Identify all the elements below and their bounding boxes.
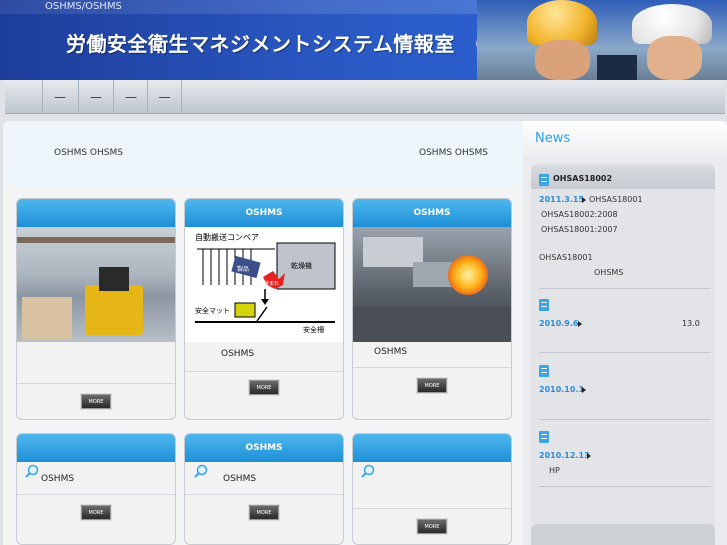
card-text: OSHMS: [221, 349, 255, 359]
news-date: 2010.12.13: [539, 451, 590, 460]
feature-card: MORE: [16, 198, 176, 420]
feature-card: OSHMS 自動搬送コンベア 製品 乾燥機 挟まれ 安全マット 安全柵 OSHM…: [184, 198, 344, 420]
label-product: 製品: [237, 265, 249, 273]
card-divider: [185, 371, 343, 372]
magnifier-icon: [25, 464, 39, 478]
news-text: OHSAS18002:2008: [541, 210, 618, 219]
card-divider: [17, 494, 175, 495]
label-fence: 安全柵: [303, 325, 324, 334]
news-date: 2010.10.1: [539, 385, 585, 394]
card-divider: [185, 494, 343, 495]
label-hazard: 挟まれ: [264, 280, 279, 287]
forklift: [85, 285, 143, 335]
forklift-cab: [99, 267, 129, 291]
sidebar-bottom-box: [531, 524, 715, 545]
feature-card: OSHMS MORE: [16, 433, 176, 545]
breadcrumb[interactable]: OSHMS/OSHMS: [45, 1, 122, 12]
card-text: OSHMS: [374, 347, 408, 357]
news-divider: [539, 419, 711, 420]
document-icon: [539, 365, 549, 377]
label-mat: 安全マット: [195, 306, 230, 315]
more-button[interactable]: MORE: [81, 394, 111, 409]
nav-item-4[interactable]: —: [147, 80, 182, 114]
document-icon: [539, 299, 549, 311]
card-header: OSHMS: [185, 199, 343, 227]
news-title: News: [535, 131, 571, 146]
arrow-right-icon[interactable]: [582, 387, 586, 393]
more-button[interactable]: MORE: [417, 378, 447, 393]
arrow-right-icon[interactable]: [578, 321, 582, 327]
nav-item-2[interactable]: —: [78, 80, 113, 114]
worker-face: [647, 36, 702, 80]
conveyor-diagram: 自動搬送コンベア 製品 乾燥機 挟まれ 安全マット 安全柵: [185, 227, 343, 342]
feature-card: OSHMS OSHMS MORE: [352, 198, 512, 420]
news-header[interactable]: OHSAS18002: [553, 174, 612, 183]
debris: [353, 307, 511, 342]
feature-card: MORE: [352, 433, 512, 545]
arrow-right-icon[interactable]: [587, 453, 591, 459]
news-text: 13.0: [682, 319, 700, 328]
header-workers-photo: [477, 0, 727, 80]
label-dryer: 乾燥機: [291, 261, 312, 270]
card-divider: [353, 367, 511, 368]
news-date: 2010.9.6: [539, 319, 579, 328]
card-header: OSHMS: [185, 434, 343, 462]
worker-face: [535, 40, 590, 80]
arrow-right-icon: [582, 197, 586, 203]
card-text: OSHMS: [223, 474, 257, 484]
nav-bar: — — — —: [5, 80, 725, 114]
label-conveyor: 自動搬送コンベア: [195, 232, 259, 242]
card-header: OSHMS: [353, 199, 511, 227]
nav-item-3[interactable]: —: [113, 80, 148, 114]
building: [413, 262, 453, 287]
document-icon: [539, 174, 549, 186]
card-header: [353, 434, 511, 462]
more-button[interactable]: MORE: [417, 519, 447, 534]
card-header: [17, 434, 175, 462]
card-header: [17, 199, 175, 227]
pallet: [22, 297, 72, 339]
hard-hat-yellow: [527, 0, 597, 45]
intro-text-right: OSHMS OHSMS: [419, 148, 488, 158]
magnifier-icon: [194, 464, 208, 478]
document-icon: [539, 431, 549, 443]
fire-accident-photo: [353, 227, 511, 342]
news-divider: [539, 352, 711, 353]
card-divider: [353, 508, 511, 509]
news-text: OHSMS: [594, 268, 624, 277]
news-text: HP: [549, 466, 560, 475]
more-button[interactable]: MORE: [81, 505, 111, 520]
worker-suit: [597, 55, 637, 80]
card-divider: [17, 383, 175, 384]
conveyor-diagram-svg: 自動搬送コンベア 製品 乾燥機 挟まれ 安全マット 安全柵: [195, 232, 336, 334]
warehouse-forklift-photo: [17, 227, 175, 342]
news-divider: [539, 288, 711, 289]
magnifier-icon: [361, 464, 375, 478]
card-text: OSHMS: [41, 474, 75, 484]
news-divider: [539, 486, 711, 487]
news-panel: [531, 163, 715, 545]
news-date: 2011.3.15: [539, 195, 585, 204]
more-button[interactable]: MORE: [249, 380, 279, 395]
news-link[interactable]: OHSAS18001: [589, 195, 643, 204]
shelf: [17, 237, 175, 243]
site-header: OSHMS/OSHMS 労働安全衛生マネジメントシステム情報室 OSHMS．jp: [0, 0, 727, 80]
more-button[interactable]: MORE: [249, 505, 279, 520]
fire: [448, 255, 488, 295]
nav-item-1[interactable]: —: [42, 80, 77, 114]
news-text: OHSAS18001:2007: [541, 225, 618, 234]
news-text: OHSAS18001: [539, 253, 593, 262]
intro-text-left: OSHMS OHSMS: [54, 148, 123, 158]
feature-card: OSHMS OSHMS MORE: [184, 433, 344, 545]
